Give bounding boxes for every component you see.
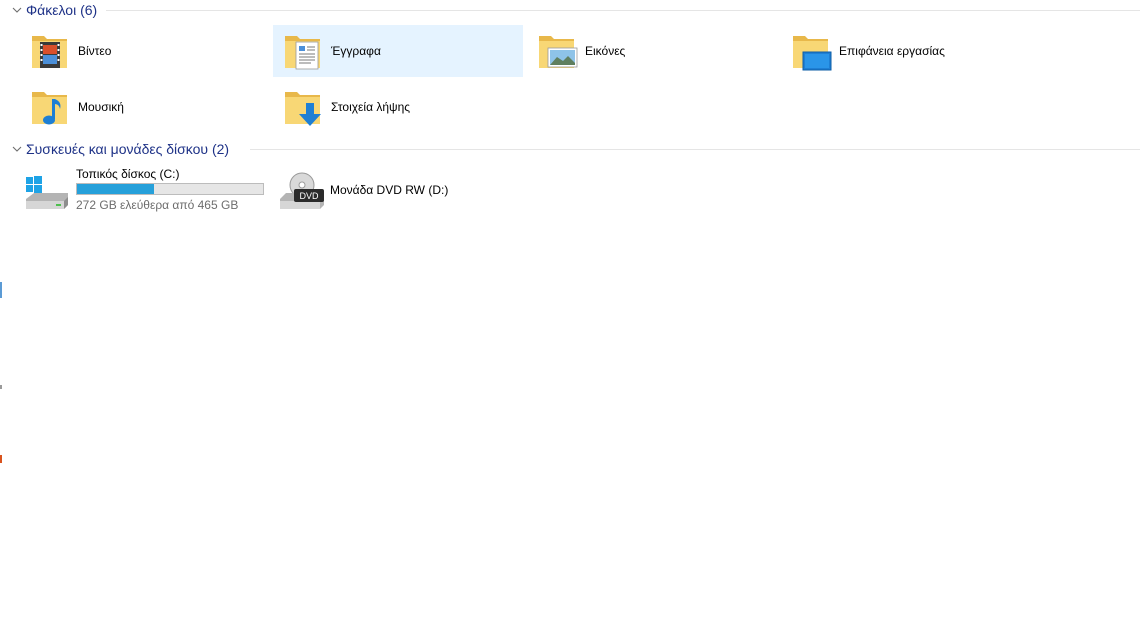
chevron-down-icon[interactable] <box>10 3 24 17</box>
disk-usage-fill <box>77 184 155 194</box>
folder-tile-videos[interactable]: Βίντεο <box>20 25 270 77</box>
drive-free-space: 272 GB ελεύθερα από 465 GB <box>76 198 239 212</box>
desktop-folder-icon <box>791 30 833 72</box>
local-disk-icon <box>24 171 72 211</box>
devices-group-header[interactable]: Συσκευές και μονάδες δίσκου (2) <box>10 139 1140 159</box>
music-folder-icon <box>30 86 72 128</box>
folder-label: Έγγραφα <box>331 44 381 58</box>
drive-name: Τοπικός δίσκος (C:) <box>76 167 180 181</box>
edge-accent-mark <box>0 282 2 298</box>
videos-folder-icon <box>30 30 72 72</box>
folder-label: Στοιχεία λήψης <box>331 100 411 114</box>
folder-label: Βίντεο <box>78 44 112 58</box>
window-left-edge <box>0 0 4 641</box>
group-divider <box>250 149 1140 150</box>
folder-tile-pictures[interactable]: Εικόνες <box>527 25 777 77</box>
drive-tile-local-disk[interactable]: Τοπικός δίσκος (C:) 272 GB ελεύθερα από … <box>24 167 272 221</box>
folder-tile-music[interactable]: Μουσική <box>20 81 270 133</box>
folder-label: Μουσική <box>78 100 124 114</box>
disk-usage-bar <box>76 183 264 195</box>
documents-folder-icon <box>283 30 325 72</box>
folder-tile-documents[interactable]: Έγγραφα <box>273 25 523 77</box>
group-title: Φάκελοι (6) <box>26 2 98 18</box>
downloads-folder-icon <box>283 86 325 128</box>
drive-tile-dvd[interactable]: DVD Μονάδα DVD RW (D:) <box>278 172 478 231</box>
dvd-drive-icon: DVD <box>278 171 326 211</box>
edge-mark-orange <box>0 455 2 463</box>
folder-tile-downloads[interactable]: Στοιχεία λήψης <box>273 81 523 133</box>
group-title: Συσκευές και μονάδες δίσκου (2) <box>26 141 230 157</box>
folders-group-header[interactable]: Φάκελοι (6) <box>10 0 1140 20</box>
chevron-down-icon[interactable] <box>10 142 24 156</box>
folder-label: Εικόνες <box>585 44 626 58</box>
edge-mark <box>0 385 2 389</box>
pictures-folder-icon <box>537 30 579 72</box>
folder-tile-desktop[interactable]: Επιφάνεια εργασίας <box>781 25 1031 77</box>
svg-text:DVD: DVD <box>299 191 319 201</box>
group-divider <box>106 10 1140 11</box>
drive-name: Μονάδα DVD RW (D:) <box>330 183 449 197</box>
folder-label: Επιφάνεια εργασίας <box>839 44 945 58</box>
